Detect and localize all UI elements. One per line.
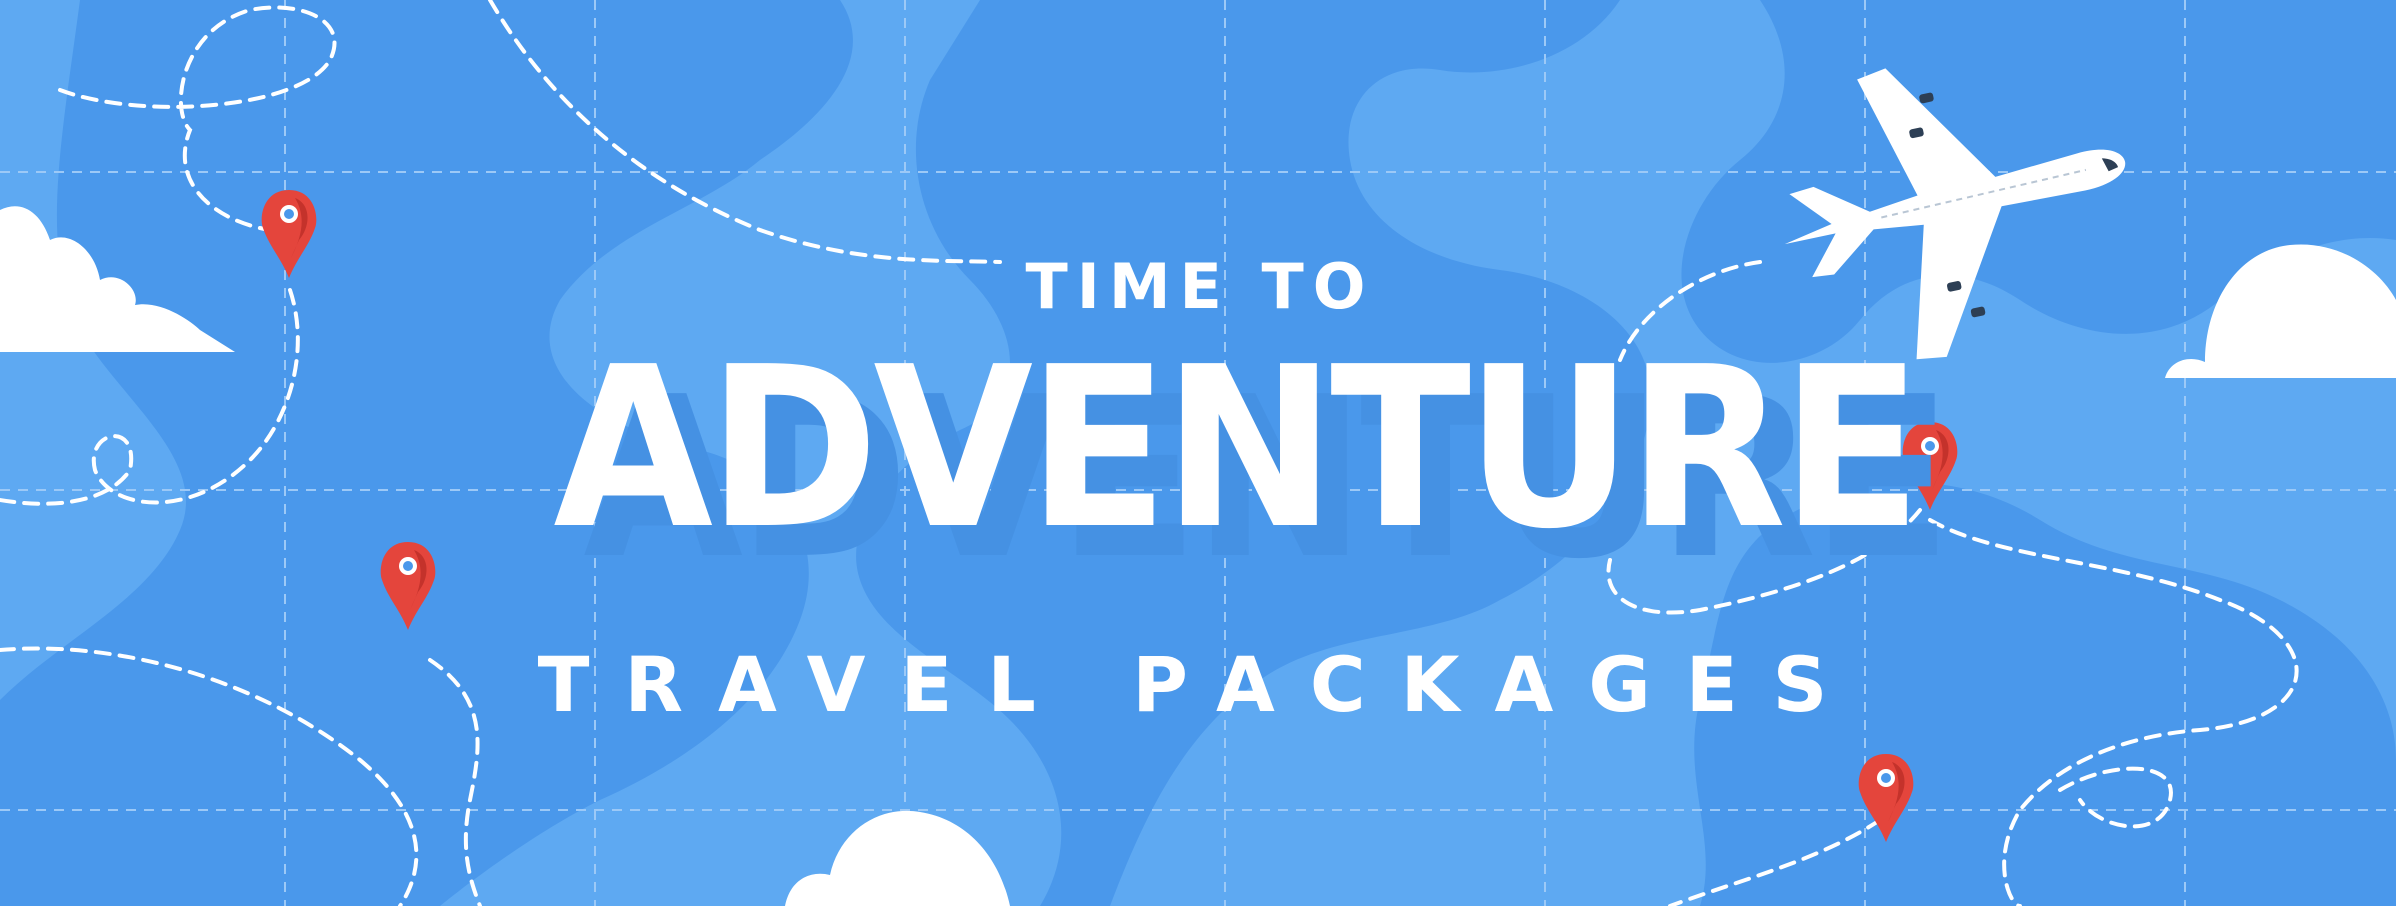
kicker-text: TIME TO bbox=[1025, 250, 1375, 323]
headline-group: TIME TO ADVENTURE ADVENTURE TRAVEL PACKA… bbox=[0, 0, 2396, 906]
headline-text: ADVENTURE bbox=[553, 320, 1922, 578]
subline-text: TRAVEL PACKAGES bbox=[537, 640, 1863, 729]
travel-banner: TIME TO ADVENTURE ADVENTURE TRAVEL PACKA… bbox=[0, 0, 2396, 906]
